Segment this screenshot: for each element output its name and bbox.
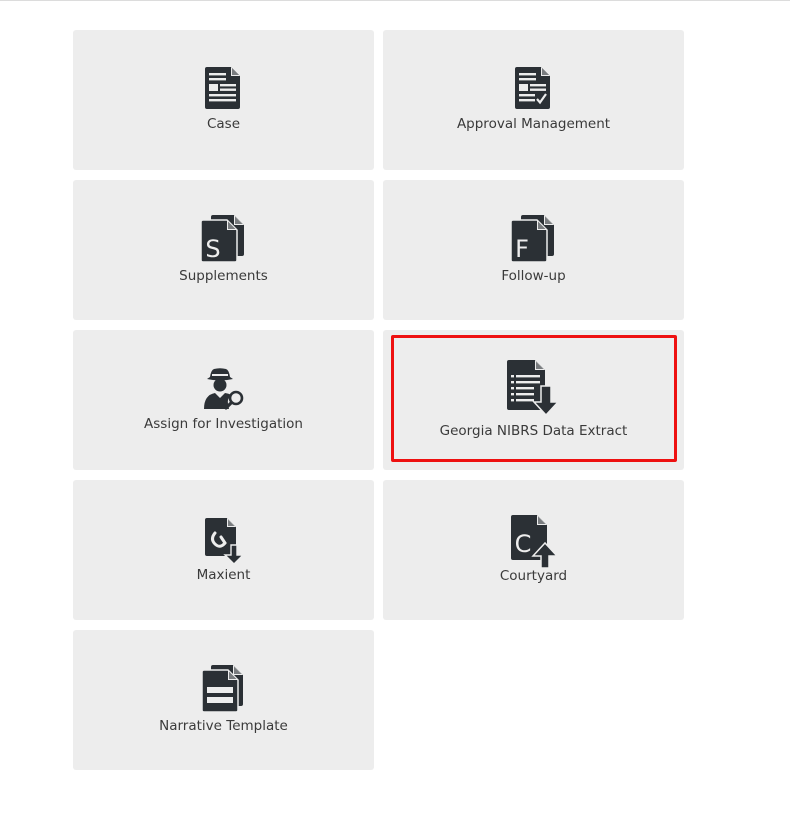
tile-maxient-label: Maxient	[196, 567, 251, 583]
supplements-s-icon: S	[200, 215, 244, 263]
data-extract-icon	[507, 360, 560, 417]
tile-supplements[interactable]: S Supplements	[73, 180, 374, 320]
tile-courtyard[interactable]: C Courtyard	[383, 480, 684, 620]
tile-follow-up-label: Follow-up	[501, 268, 566, 284]
courtyard-c-icon: C	[511, 515, 559, 568]
maxient-icon	[205, 518, 245, 565]
top-divider	[0, 0, 790, 1]
tile-maxient[interactable]: Maxient	[73, 480, 374, 620]
tile-case-label: Case	[206, 116, 241, 132]
tile-narrative-template-label: Narrative Template	[159, 718, 288, 734]
narrative-template-icon	[201, 665, 243, 713]
approval-document-icon	[515, 67, 550, 109]
tile-approval-management[interactable]: Approval Management	[383, 30, 684, 170]
tile-narrative-template[interactable]: Narrative Template	[73, 630, 374, 770]
svg-text:S: S	[205, 235, 220, 263]
tile-case[interactable]: Case	[73, 30, 374, 170]
tile-assign-for-investigation-label: Assign for Investigation	[144, 416, 303, 432]
case-document-icon	[205, 67, 240, 109]
followup-f-icon: F	[510, 215, 554, 263]
svg-text:C: C	[515, 530, 532, 558]
svg-text:F: F	[515, 235, 529, 263]
tile-georgia-nibrs-data-extract-label: Georgia NIBRS Data Extract	[439, 423, 628, 439]
tile-georgia-nibrs-data-extract[interactable]: Georgia NIBRS Data Extract	[383, 330, 684, 470]
tile-assign-for-investigation[interactable]: Assign for Investigation	[73, 330, 374, 470]
tile-follow-up[interactable]: F Follow-up	[383, 180, 684, 320]
tile-approval-management-label: Approval Management	[456, 116, 611, 132]
tile-supplements-label: Supplements	[179, 268, 268, 284]
tile-courtyard-label: Courtyard	[499, 568, 568, 584]
investigator-icon	[204, 368, 244, 410]
